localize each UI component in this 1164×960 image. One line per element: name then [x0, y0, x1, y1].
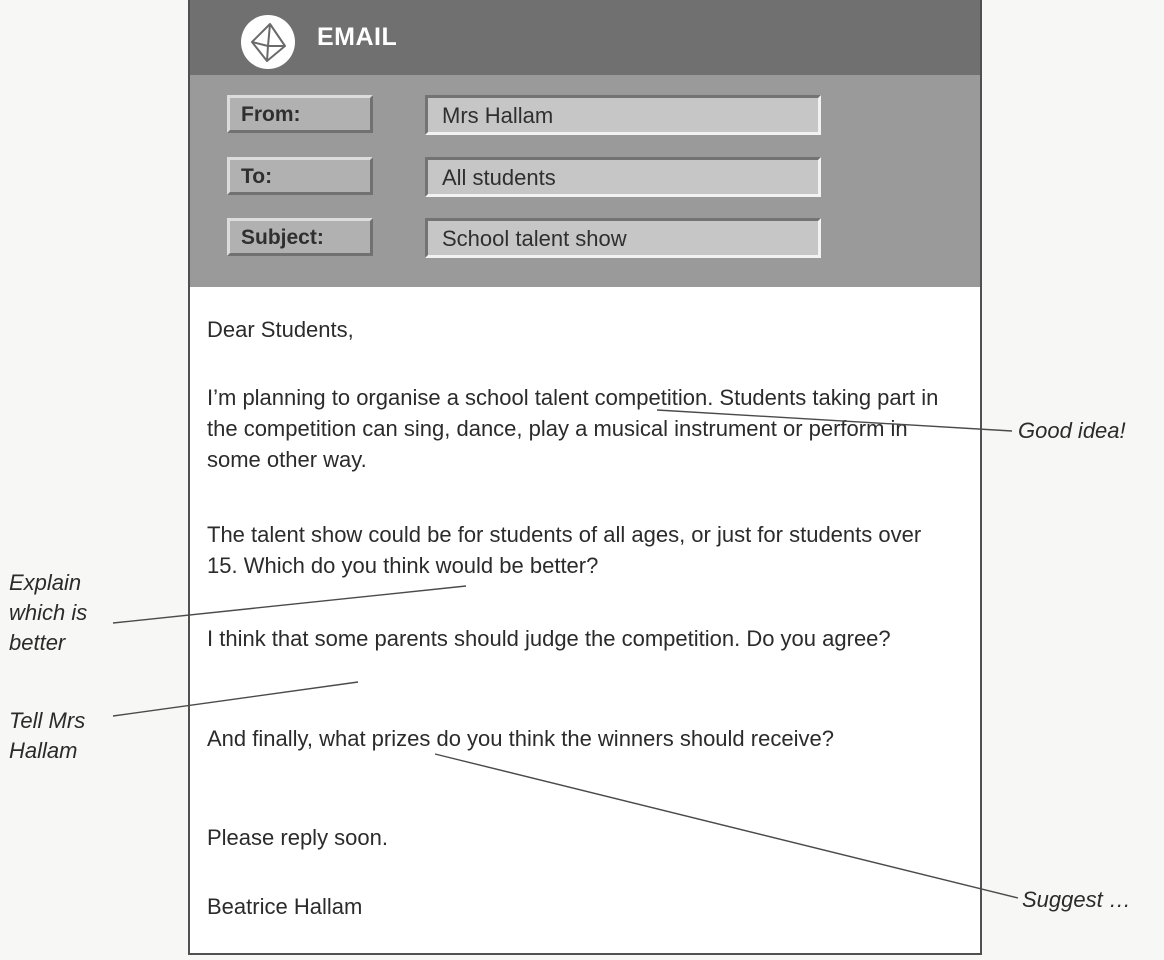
annotation-explain: Explain which is better: [9, 570, 88, 655]
annotation-suggest: Suggest …: [1022, 887, 1131, 912]
annotation-tell: Tell Mrs Hallam: [9, 708, 86, 763]
annotation-good-idea: Good idea!: [1018, 418, 1126, 443]
annotation-lines: [112, 409, 1019, 899]
explain-line: [112, 585, 467, 624]
suggest-line: [434, 753, 1019, 899]
good-idea-line: [656, 409, 1013, 432]
tell-line: [112, 681, 359, 717]
